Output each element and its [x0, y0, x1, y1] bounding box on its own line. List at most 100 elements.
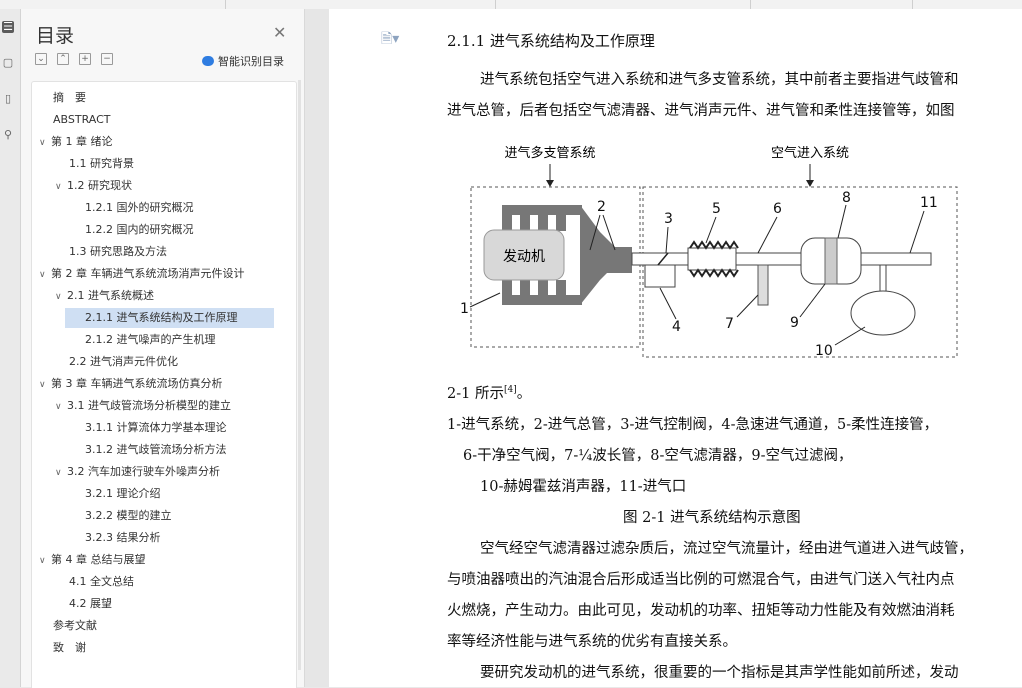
pages-icon[interactable]: ▯: [2, 93, 14, 105]
paragraph-line: 要研究发动机的进气系统，很重要的一个指标是其声学性能如前所述，发动: [480, 665, 959, 681]
legend-line: 6-干净空气阀，7-¼波长管，8-空气滤清器，9-空气过滤阀，: [463, 448, 853, 464]
search-icon[interactable]: ⚲: [2, 129, 14, 141]
toc-item-label: 1.3 研究思路及方法: [69, 245, 167, 258]
paragraph-line: 空气经空气滤清器过滤杂质后，流过空气流量计，经由进气道进入进气歧管，: [480, 541, 973, 557]
toc-item-label: 1.2.2 国内的研究概况: [85, 223, 194, 236]
citation-link[interactable]: [4]: [504, 385, 517, 395]
toc-item[interactable]: ABSTRACT: [53, 110, 111, 130]
svg-text:5: 5: [712, 201, 721, 217]
toc-item-label: 3.2.1 理论介绍: [85, 487, 161, 500]
toc-item-label: 第 3 章 车辆进气系统流场仿真分析: [51, 377, 223, 390]
toc-item[interactable]: 3.2.3 结果分析: [85, 528, 161, 548]
toolbar-divider: [912, 0, 913, 9]
left-tool-rail: ☰ ▢ ▯ ⚲: [0, 9, 21, 687]
toc-item-label: 第 1 章 绪论: [51, 135, 113, 148]
chevron-down-icon[interactable]: ∨: [39, 551, 51, 571]
toc-item[interactable]: 2.1.2 进气噪声的产生机理: [85, 330, 216, 350]
toc-item[interactable]: 摘 要: [53, 88, 86, 108]
toc-item-label: 第 2 章 车辆进气系统流场消声元件设计: [51, 267, 245, 280]
paragraph-line: 火燃烧，产生动力。由此可见，发动机的功率、扭矩等动力性能及有效燃油消耗: [447, 603, 955, 619]
figure-caption: 图 2-1 进气系统结构示意图: [623, 510, 801, 526]
paragraph-line: 进气系统包括空气进入系统和进气多支管系统，其中前者主要指进气歧管和: [480, 72, 959, 88]
toc-item[interactable]: 1.1 研究背景: [69, 154, 134, 174]
chevron-down-icon[interactable]: ∨: [39, 375, 51, 395]
engine-label: 发动机: [503, 249, 545, 265]
close-icon[interactable]: ✕: [273, 23, 286, 42]
toc-item-label: 致 谢: [53, 641, 86, 654]
toc-item[interactable]: ∨ 3.2 汽车加速行驶车外噪声分析: [55, 462, 220, 482]
toc-item-label: 4.1 全文总结: [69, 575, 134, 588]
toc-item[interactable]: 1.3 研究思路及方法: [69, 242, 167, 262]
toc-item-label: 2.1.2 进气噪声的产生机理: [85, 333, 216, 346]
toc-item-label: 3.1.2 进气歧管流场分析方法: [85, 443, 227, 456]
toc-item[interactable]: 3.2.2 模型的建立: [85, 506, 172, 526]
section-heading: 2.1.1 进气系统结构及工作原理: [447, 32, 655, 50]
chevron-down-icon[interactable]: ∨: [55, 463, 67, 483]
toc-item-label: 3.2.3 结果分析: [85, 531, 161, 544]
figure-reference-line: 2-1 所示[4]。: [447, 382, 531, 403]
cloud-icon: [202, 56, 214, 66]
svg-text:10: 10: [815, 343, 833, 359]
toc-item[interactable]: ∨ 2.1 进气系统概述: [55, 286, 154, 306]
toc-item[interactable]: ∨ 第 3 章 车辆进气系统流场仿真分析: [39, 374, 223, 394]
toc-item-label: 3.1 进气歧管流场分析模型的建立: [67, 399, 231, 412]
toc-item[interactable]: 3.1.2 进气歧管流场分析方法: [85, 440, 227, 460]
toc-scrollbar[interactable]: [298, 80, 301, 670]
toc-item-label: 4.2 展望: [69, 597, 112, 610]
svg-text:2: 2: [597, 199, 606, 215]
toolbar-divider: [225, 0, 226, 9]
toc-item[interactable]: 3.1.1 计算流体力学基本理论: [85, 418, 227, 438]
toc-item[interactable]: ∨ 第 2 章 车辆进气系统流场消声元件设计: [39, 264, 245, 284]
toc-item[interactable]: 1.2.1 国外的研究概况: [85, 198, 194, 218]
toc-toggle-icon[interactable]: ☰: [2, 21, 14, 33]
figure-label-right: 空气进入系统: [771, 145, 849, 161]
chevron-down-icon[interactable]: ∨: [55, 287, 67, 307]
toc-item-label: 3.2 汽车加速行驶车外噪声分析: [67, 465, 220, 478]
chevron-down-icon[interactable]: ∨: [39, 133, 51, 153]
toc-item-label: 1.2 研究现状: [67, 179, 132, 192]
toc-item[interactable]: 2.2 进气消声元件优化: [69, 352, 178, 372]
toc-title: 目录: [36, 25, 75, 47]
svg-text:8: 8: [842, 190, 851, 206]
chevron-down-icon[interactable]: ∨: [55, 177, 67, 197]
toc-item[interactable]: 致 谢: [53, 638, 86, 658]
toc-item[interactable]: 1.2.2 国内的研究概况: [85, 220, 194, 240]
add-item-icon[interactable]: +: [79, 53, 91, 65]
expand-up-icon[interactable]: ⌃: [57, 53, 69, 65]
toc-item-label: 1.1 研究背景: [69, 157, 134, 170]
toc-item-label: 2.1.1 进气系统结构及工作原理: [85, 311, 238, 324]
toc-item[interactable]: 3.2.1 理论介绍: [85, 484, 161, 504]
toc-item[interactable]: ∨ 第 4 章 总结与展望: [39, 550, 146, 570]
figure-ref-end: 。: [516, 386, 532, 402]
toc-item[interactable]: 4.1 全文总结: [69, 572, 134, 592]
paragraph-line: 率等经济性能与进气系统的优劣有直接关系。: [447, 634, 737, 650]
toc-item[interactable]: 2.1.1 进气系统结构及工作原理: [65, 308, 274, 328]
legend-line: 10-赫姆霍兹消声器，11-进气口: [480, 479, 687, 495]
toc-item-label: 3.2.2 模型的建立: [85, 509, 172, 522]
toc-item-label: 摘 要: [53, 91, 86, 104]
chevron-down-icon[interactable]: ∨: [39, 265, 51, 285]
toc-item[interactable]: ∨ 第 1 章 绪论: [39, 132, 113, 152]
toc-toolbar: ⌄ ⌃ + −: [35, 53, 113, 67]
document-outline-icon[interactable]: 🗎▾: [381, 28, 399, 52]
svg-text:9: 9: [790, 315, 799, 331]
toc-item[interactable]: ∨ 3.1 进气歧管流场分析模型的建立: [55, 396, 231, 416]
paragraph-line: 进气总管，后者包括空气滤清器、进气消声元件、进气管和柔性连接管等，如图: [447, 103, 955, 119]
toc-item[interactable]: 4.2 展望: [69, 594, 112, 614]
svg-text:11: 11: [920, 195, 938, 211]
svg-text:1: 1: [460, 301, 469, 317]
toc-item[interactable]: 参考文献: [53, 616, 97, 636]
toolbar-divider: [495, 0, 496, 9]
bookmark-icon[interactable]: ▢: [2, 57, 14, 69]
chevron-down-icon[interactable]: ∨: [55, 397, 67, 417]
collapse-all-icon[interactable]: ⌄: [35, 53, 47, 65]
toc-item[interactable]: ∨ 1.2 研究现状: [55, 176, 132, 196]
svg-text:6: 6: [773, 201, 782, 217]
figure-box-right: [642, 186, 958, 358]
smart-toc-button[interactable]: 智能识别目录: [202, 53, 284, 69]
remove-item-icon[interactable]: −: [101, 53, 113, 65]
svg-text:4: 4: [672, 319, 681, 335]
toc-item-label: 3.1.1 计算流体力学基本理论: [85, 421, 227, 434]
smart-toc-label: 智能识别目录: [218, 55, 284, 68]
toc-item-label: ABSTRACT: [53, 113, 111, 126]
